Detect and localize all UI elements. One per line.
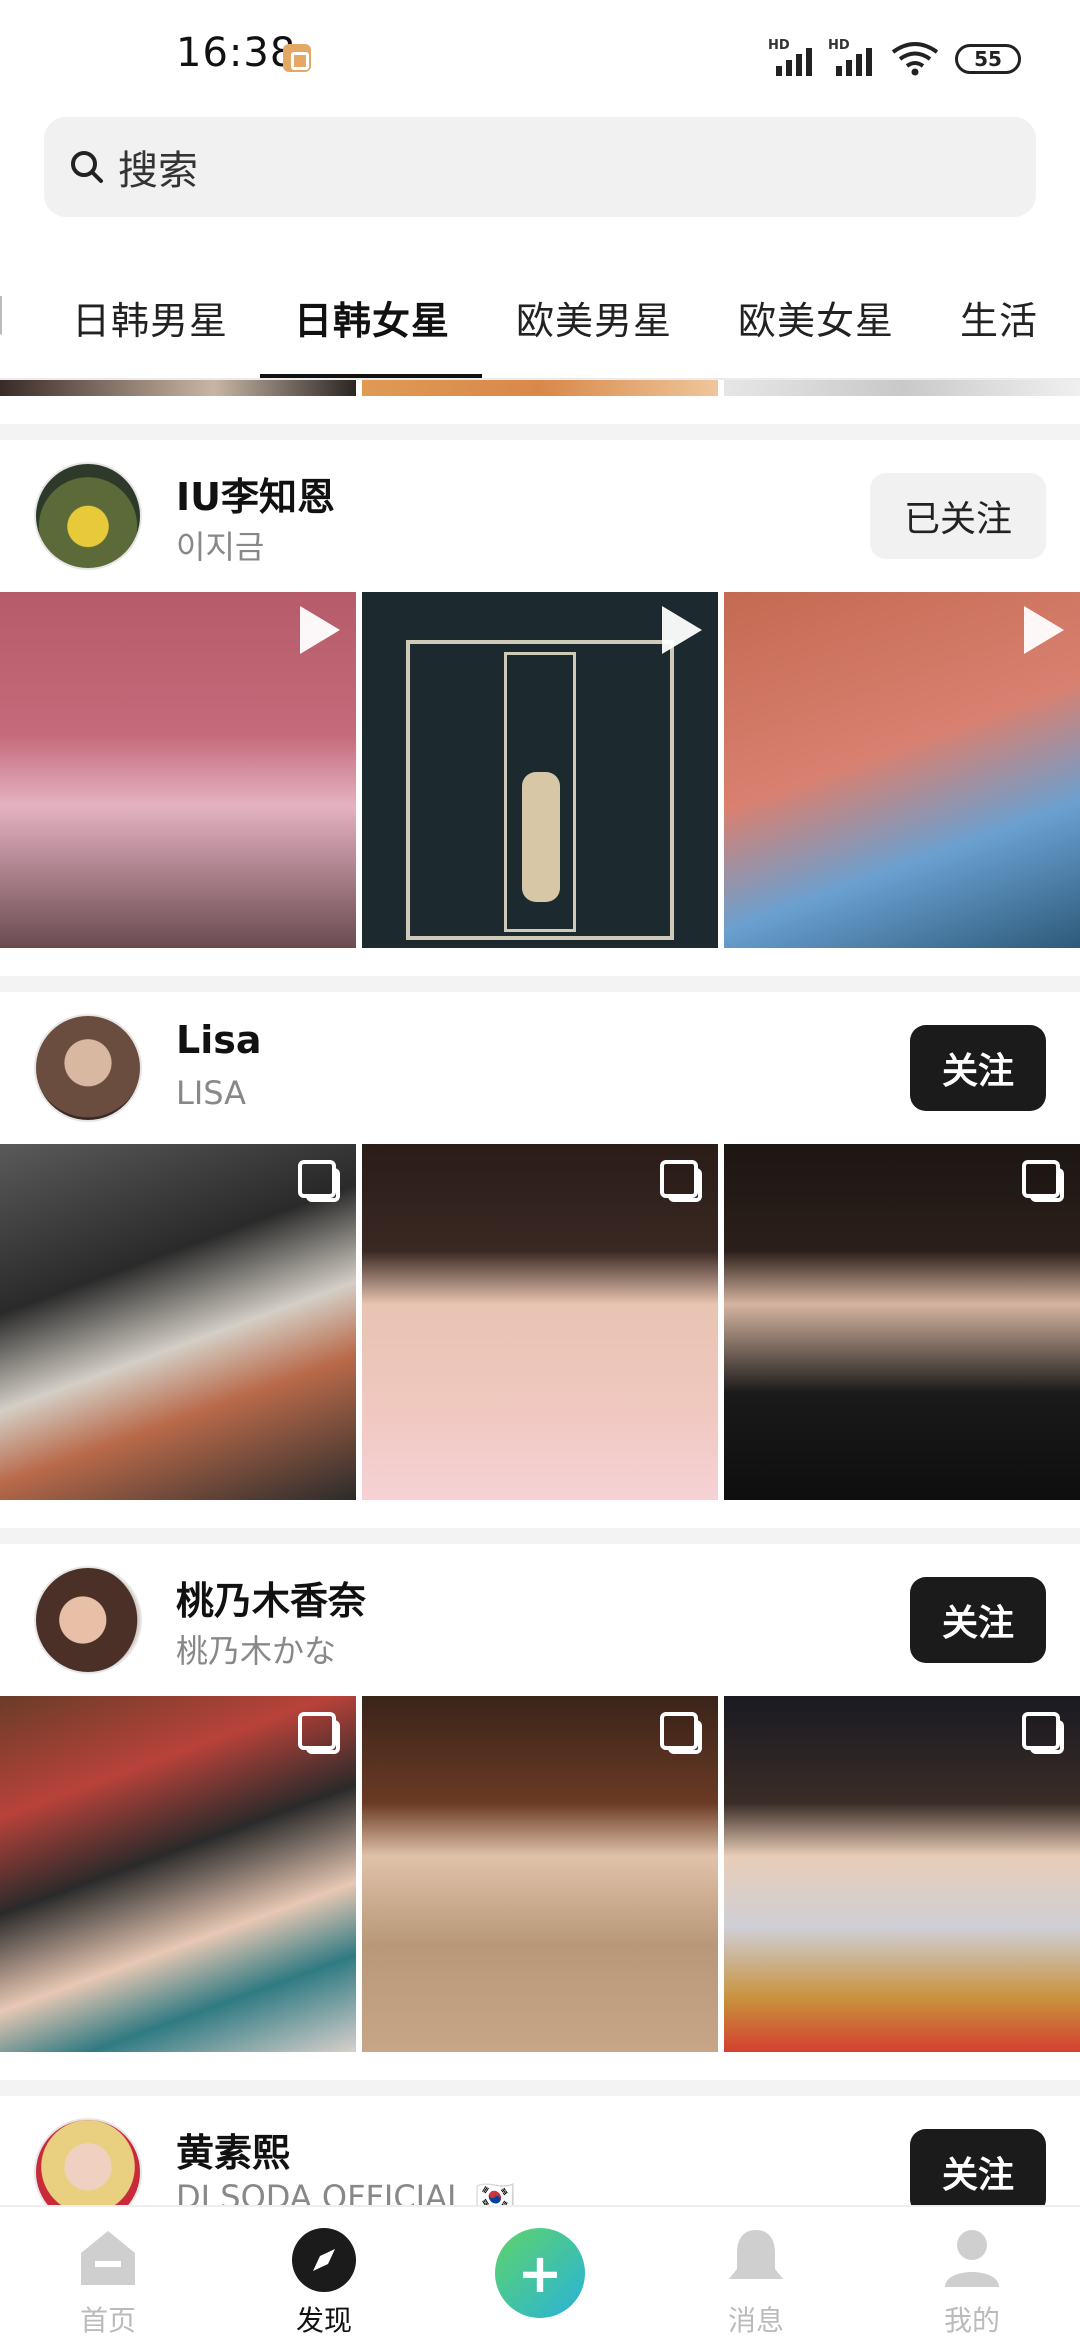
nav-messages[interactable]: 消息 bbox=[676, 2207, 836, 2340]
search-label: 搜索 bbox=[118, 148, 198, 194]
photo-thumbnail[interactable] bbox=[362, 1696, 718, 2052]
following-button[interactable]: 已关注 bbox=[870, 473, 1046, 559]
tab-previous[interactable]: ​| bbox=[0, 290, 8, 334]
multi-image-icon bbox=[1022, 1160, 1064, 1202]
battery-indicator: 55 bbox=[955, 44, 1021, 74]
multi-image-icon bbox=[298, 1712, 340, 1754]
nav-home[interactable]: 首页 bbox=[28, 2207, 188, 2340]
user-handle: 이지금 bbox=[176, 528, 265, 566]
nav-label: 消息 bbox=[727, 2304, 784, 2337]
avatar[interactable] bbox=[34, 1566, 142, 1674]
avatar[interactable] bbox=[34, 1014, 142, 1122]
create-post-button[interactable]: + bbox=[495, 2228, 585, 2318]
play-icon bbox=[1024, 606, 1064, 654]
divider bbox=[0, 1528, 1080, 1544]
photo-thumbnail[interactable] bbox=[0, 1144, 356, 1500]
search-bar[interactable]: 搜索 bbox=[44, 117, 1036, 217]
user-handle: 桃乃木かな bbox=[176, 1632, 337, 1670]
video-thumbnail[interactable] bbox=[362, 592, 718, 948]
play-icon bbox=[662, 606, 702, 654]
user-name[interactable]: Lisa bbox=[176, 1018, 262, 1062]
follow-button[interactable]: 关注 bbox=[910, 2129, 1046, 2215]
multi-image-icon bbox=[1022, 1712, 1064, 1754]
profile-icon bbox=[945, 2230, 999, 2287]
divider bbox=[0, 424, 1080, 440]
compass-icon bbox=[292, 2228, 356, 2292]
search-icon bbox=[71, 151, 103, 183]
divider bbox=[0, 976, 1080, 992]
video-thumbnail[interactable] bbox=[0, 592, 356, 948]
follow-button[interactable]: 关注 bbox=[910, 1577, 1046, 1663]
notification-app-icon bbox=[283, 44, 311, 72]
tab-jk-female[interactable]: 日韩女星 bbox=[294, 290, 450, 345]
user-handle: LISA bbox=[176, 1074, 247, 1112]
photo-thumbnail[interactable] bbox=[724, 1696, 1080, 2052]
multi-image-icon bbox=[298, 1160, 340, 1202]
user-name[interactable]: IU李知恩 bbox=[176, 466, 335, 521]
photo-thumbnail[interactable] bbox=[0, 1696, 356, 2052]
category-tabs: ​| 日韩男星 日韩女星 欧美男星 欧美女星 生活 bbox=[0, 248, 1080, 378]
photo-thumbnail[interactable] bbox=[362, 1144, 718, 1500]
nav-profile[interactable]: 我的 bbox=[892, 2207, 1052, 2340]
multi-image-icon bbox=[660, 1160, 702, 1202]
divider bbox=[0, 2080, 1080, 2096]
tab-life[interactable]: 生活 bbox=[960, 290, 1038, 345]
user-name[interactable]: 桃乃木香奈 bbox=[176, 1570, 366, 1625]
tab-west-female[interactable]: 欧美女星 bbox=[738, 290, 894, 345]
follow-button[interactable]: 关注 bbox=[910, 1025, 1046, 1111]
signal-strength-icon: HD bbox=[828, 38, 884, 76]
tab-west-male[interactable]: 欧美男星 bbox=[516, 290, 672, 345]
avatar[interactable] bbox=[34, 462, 142, 570]
play-icon bbox=[300, 606, 340, 654]
wifi-icon bbox=[891, 42, 939, 76]
nav-label: 我的 bbox=[943, 2304, 1000, 2337]
status-time: 16:38 bbox=[176, 30, 297, 76]
user-name[interactable]: 黄素熙 bbox=[176, 2122, 290, 2177]
video-thumbnail[interactable] bbox=[724, 592, 1080, 948]
multi-image-icon bbox=[660, 1712, 702, 1754]
bell-icon bbox=[729, 2230, 783, 2279]
photo-thumbnail[interactable] bbox=[724, 1144, 1080, 1500]
nav-label: 发现 bbox=[295, 2304, 352, 2337]
nav-discover[interactable]: 发现 bbox=[244, 2207, 404, 2340]
plus-icon: + bbox=[517, 2241, 563, 2305]
home-icon bbox=[81, 2231, 135, 2285]
nav-label: 首页 bbox=[79, 2304, 136, 2337]
tab-jk-male[interactable]: 日韩男星 bbox=[72, 290, 228, 345]
previous-row-thumbnails bbox=[0, 380, 1080, 396]
signal-strength-icon: HD bbox=[768, 38, 824, 76]
